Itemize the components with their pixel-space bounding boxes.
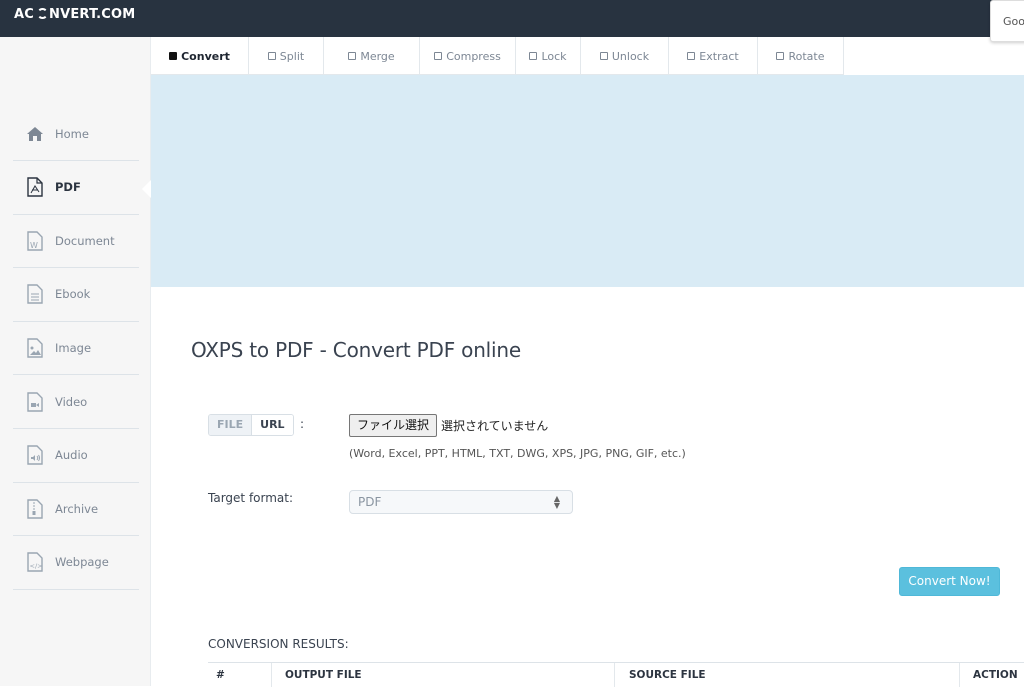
tab-unlock[interactable]: Unlock [581,37,669,75]
column-header-output-file: OUTPUT FILE [285,669,362,681]
sidebar-item-video[interactable]: Video [13,375,139,429]
source-colon: : [300,417,305,431]
conversion-results-label: CONVERSION RESULTS: [208,637,349,651]
webpage-file-icon: </> [25,552,45,572]
active-indicator-arrow [142,180,151,198]
tab-extract[interactable]: Extract [669,37,758,75]
sidebar-item-label: PDF [55,180,81,195]
tab-label: Rotate [788,49,825,63]
audio-file-icon [25,445,45,465]
tab-label: Extract [699,49,739,63]
target-format-label: Target format: [208,491,294,505]
sidebar-item-archive[interactable]: Archive [13,482,139,537]
column-divider [959,663,960,687]
page-title: OXPS to PDF - Convert PDF online [191,338,521,362]
target-format-select[interactable]: PDF ▲ ▼ [349,490,573,514]
tab-label: Convert [181,49,230,63]
sidebar-item-label: Ebook [55,287,91,302]
svg-text:</>: </> [30,562,43,570]
video-file-icon [25,391,45,412]
sidebar-item-audio[interactable]: Audio [13,429,139,483]
google-popup[interactable]: Goo [990,0,1024,42]
tab-rotate[interactable]: Rotate [758,37,844,75]
ad-banner [151,75,1024,287]
sidebar-item-home[interactable]: Home [13,107,139,161]
svg-text:W: W [30,241,38,250]
convert-now-button[interactable]: Convert Now! [899,567,1000,596]
tool-tabs: Convert Split Merge Compress Lock Unlock Extra… [151,37,844,75]
file-status: 選択されていません [441,419,549,433]
tab-convert[interactable]: Convert [151,37,249,75]
sidebar-item-label: Document [55,233,115,248]
sidebar-item-label: Archive [55,501,99,516]
checkbox-square-icon [434,52,443,60]
url-tab[interactable]: URL [252,415,293,435]
checkbox-square-icon [599,52,608,60]
sidebar-item-webpage[interactable]: </> Webpage [13,536,139,590]
sidebar-item-label: Audio [55,448,88,463]
sidebar-item-label: Home [55,126,89,141]
site-logo[interactable]: AC NVERT.COM [14,7,135,22]
results-table: # OUTPUT FILE SOURCE FILE ACTION [208,662,1024,687]
ebook-file-icon [25,284,45,304]
checkbox-square-icon [169,52,178,60]
select-arrows-icon: ▲ ▼ [553,494,560,510]
tab-label: Lock [541,49,567,63]
supported-formats-hint: (Word, Excel, PPT, HTML, TXT, DWG, XPS, … [349,447,686,460]
top-navbar: AC NVERT.COM [0,0,1024,37]
sidebar-item-label: Webpage [55,555,109,570]
checkbox-square-icon [776,52,785,60]
pdf-file-icon [25,177,45,197]
tab-label: Merge [360,49,395,63]
image-file-icon [25,338,45,358]
file-tab[interactable]: FILE [209,415,253,435]
checkbox-square-icon [267,52,276,60]
word-document-icon: W [25,230,45,251]
column-header-number: # [216,669,225,681]
sidebar-item-label: Video [55,394,88,409]
column-header-action: ACTION [973,669,1018,681]
tab-label: Split [279,49,305,63]
refresh-logo-icon [37,8,49,19]
tab-compress[interactable]: Compress [420,37,516,75]
tab-label: Compress [446,49,501,63]
checkbox-square-icon [687,52,696,60]
choose-file-button[interactable]: ファイル選択 [349,414,437,437]
checkbox-square-icon [348,52,357,60]
column-divider [271,663,272,687]
sidebar-item-label: Image [55,340,92,355]
sidebar-item-document[interactable]: W Document [13,214,139,269]
source-toggle: FILE URL [208,414,294,436]
column-divider [614,663,615,687]
sidebar-item-pdf[interactable]: PDF [13,161,139,215]
archive-file-icon [25,498,45,519]
column-header-source-file: SOURCE FILE [629,669,706,681]
checkbox-square-icon [529,52,538,60]
sidebar-item-ebook[interactable]: Ebook [13,268,139,322]
tab-label: Unlock [611,49,650,63]
tab-lock[interactable]: Lock [516,37,581,75]
tab-merge[interactable]: Merge [324,37,420,75]
tab-split[interactable]: Split [249,37,324,75]
sidebar-item-image[interactable]: Image [13,321,139,376]
home-icon [25,124,45,144]
